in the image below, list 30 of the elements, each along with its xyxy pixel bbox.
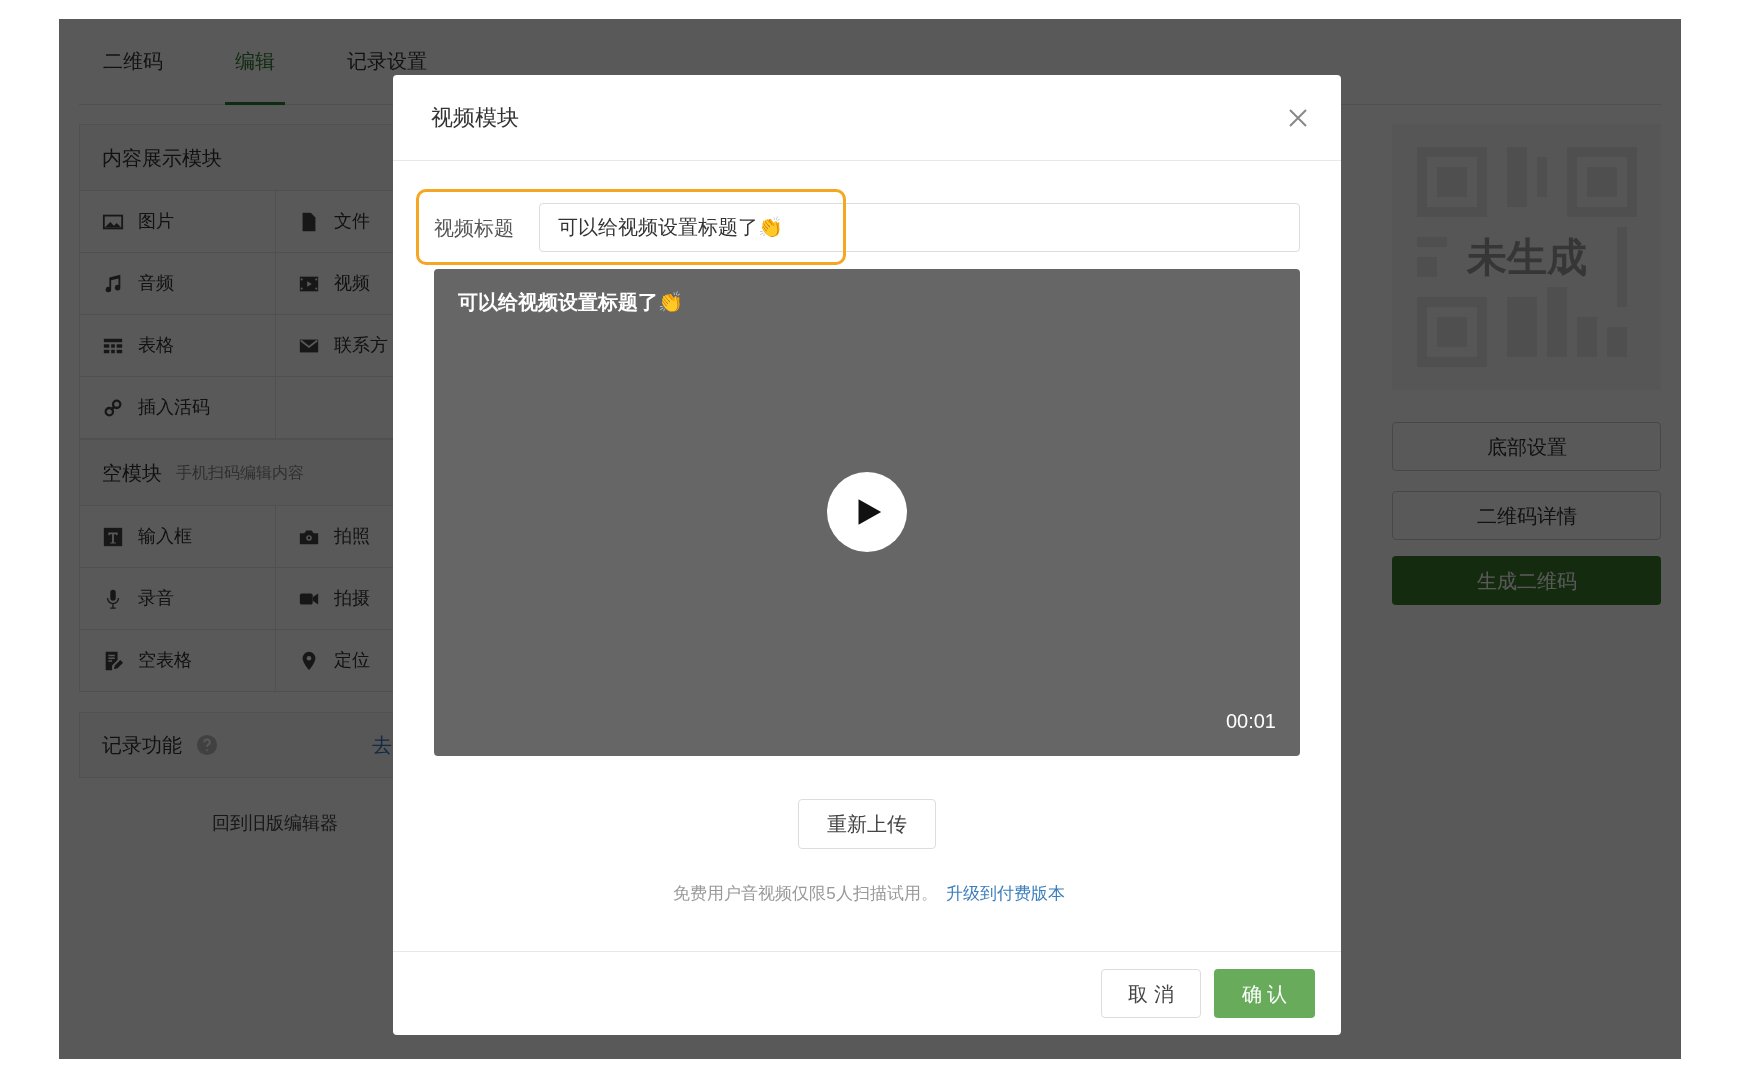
side-button[interactable]: 二维码详情 <box>1392 491 1661 540</box>
old-editor-link[interactable]: 回到旧版编辑器 <box>212 810 338 837</box>
module-item[interactable]: 图片 <box>80 191 276 253</box>
tab[interactable]: 二维码 <box>93 19 173 105</box>
text-box-icon <box>102 525 124 548</box>
confirm-button[interactable]: 确 认 <box>1214 969 1315 1018</box>
video-player[interactable]: 可以给视频设置标题了👏 00:01 <box>434 269 1300 756</box>
side-button[interactable]: 底部设置 <box>1392 422 1661 471</box>
module-item[interactable]: 录音 <box>80 568 276 630</box>
section-title: 空模块 <box>102 460 162 486</box>
section-title: 内容展示模块 <box>102 145 222 171</box>
reupload-button[interactable]: 重新上传 <box>798 799 936 849</box>
record-title: 记录功能 <box>102 733 182 758</box>
notice-text: 免费用户音视频仅限5人扫描试用。 <box>673 883 938 905</box>
module-item[interactable]: 插入活码 <box>80 377 276 439</box>
title-input-field[interactable]: 可以给视频设置标题了👏 <box>539 203 1300 252</box>
module-item[interactable]: 表格 <box>80 315 276 377</box>
close-button[interactable] <box>1287 106 1309 129</box>
record-link[interactable]: 去 <box>372 730 392 760</box>
side-button[interactable]: 生成二维码 <box>1392 556 1661 605</box>
module-item[interactable]: 音频 <box>80 253 276 315</box>
upgrade-link[interactable]: 升级到付费版本 <box>945 881 1065 907</box>
tab[interactable]: 编辑 <box>225 19 285 105</box>
tab[interactable]: 记录设置 <box>337 19 437 105</box>
cancel-button[interactable]: 取 消 <box>1101 969 1201 1018</box>
module-item[interactable]: 输入框 <box>80 506 276 568</box>
module-item[interactable]: 空表格 <box>80 630 276 692</box>
help-icon <box>196 734 218 756</box>
video-duration: 00:01 <box>1225 709 1276 734</box>
dialog-title: 视频模块 <box>431 104 519 132</box>
